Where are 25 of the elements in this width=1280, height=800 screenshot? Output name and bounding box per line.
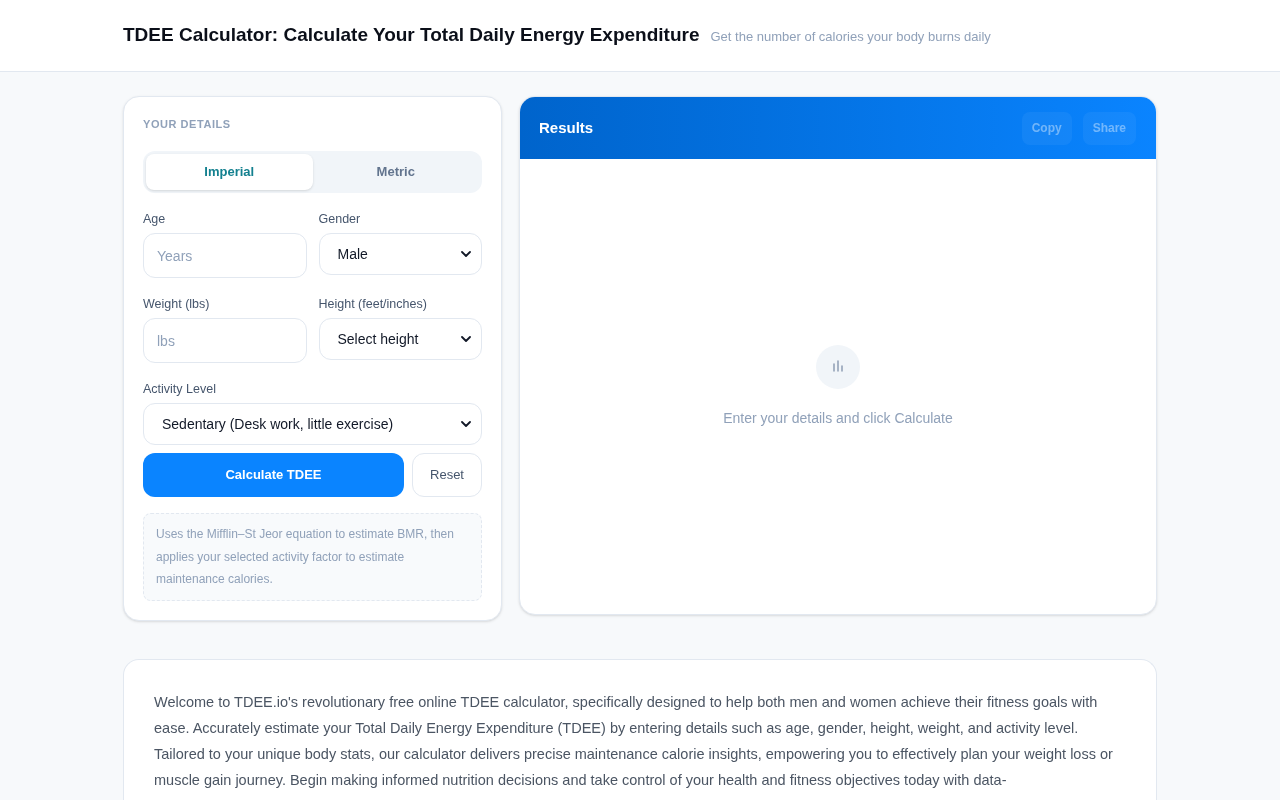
text-input[interactable]: Years xyxy=(143,233,307,278)
text-input[interactable]: lbs xyxy=(143,318,307,363)
chevron-down-icon xyxy=(461,421,471,427)
chevron-down-icon xyxy=(461,336,471,342)
field-label: Weight (lbs) xyxy=(143,296,211,313)
reset-button[interactable]: Reset xyxy=(412,453,482,497)
unit-tab[interactable]: Imperial xyxy=(146,154,313,190)
page-title: TDEE Calculator: Calculate Your Total Daily Energy Expenditure xyxy=(123,23,700,48)
bar-chart-icon xyxy=(816,344,860,389)
method-note: Uses the Mifflin–St Jeor equation to estimate BMR, then applies your selected activity factor to estimate maintenance calories. xyxy=(143,513,482,601)
intro-paragraph: Welcome to TDEE.io's revolutionary free online TDEE calculator, specifically designed to help both men and women achieve their fitness goals with ease. Accurately estimate your Total Daily Energy Expenditure (TDEE) by entering details such as age, gender, height, weight, and activity level. Tailored to your unique body stats, our calculator delivers precise maintenance calorie insights, empowering you to effectively plan your weight loss or muscle gain journey. Begin making informed nutrition decisions and take control of your health and fitness objectives today with data- xyxy=(154,692,1114,790)
field-label: Height (feet/inches) xyxy=(318,296,428,313)
field-label: Gender xyxy=(318,211,362,228)
calculate-button[interactable]: Calculate TDEE xyxy=(143,453,404,497)
chevron-down-icon xyxy=(461,251,471,257)
dropdown-select[interactable]: Select height xyxy=(318,318,482,360)
field-label: Age xyxy=(143,211,167,228)
unit-tab[interactable]: Metric xyxy=(312,154,479,190)
empty-state-message: Enter your details and click Calculate xyxy=(723,408,953,428)
section-heading: YOUR DETAILS xyxy=(143,117,232,132)
field-label: Activity Level xyxy=(143,381,217,398)
page-subtitle: Get the number of calories your body burns daily xyxy=(710,28,991,47)
activity-level-select[interactable]: Sedentary (Desk work, little exercise) xyxy=(143,403,482,445)
dropdown-select[interactable]: Male xyxy=(318,233,482,275)
results-title: Results xyxy=(539,117,594,138)
